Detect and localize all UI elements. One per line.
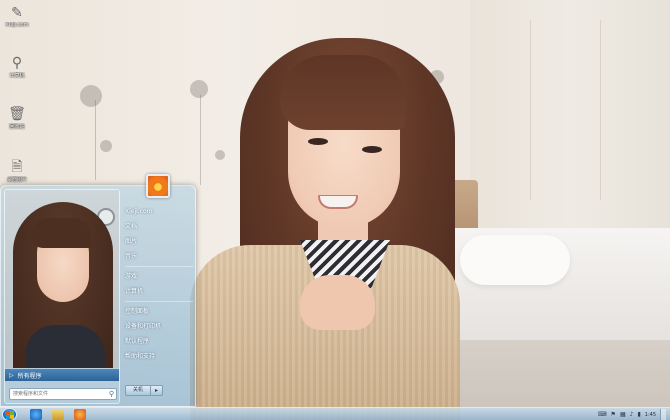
start-menu-photo — [5, 190, 119, 368]
desktop-icon-xieji[interactable]: ✎ Xieji.com — [2, 4, 32, 28]
start-item-games[interactable]: 游戏 — [125, 269, 193, 284]
flag-icon[interactable]: ⚑ — [611, 411, 616, 418]
start-menu-separator — [125, 266, 193, 267]
start-search-box[interactable]: ⚲ — [9, 388, 117, 400]
desktop-icon-recycle-bin[interactable]: 🗑 回收站 — [2, 105, 32, 130]
start-item-help-support[interactable]: 帮助和支持 — [125, 349, 193, 364]
file-icon: 🗎 — [11, 159, 23, 175]
wallpaper-eye — [362, 146, 382, 153]
photo-bangs — [31, 218, 91, 248]
computer-icon: ⚲ — [11, 55, 23, 71]
tray-clock[interactable]: 1:45 — [645, 412, 656, 418]
wallpaper-flower — [190, 80, 208, 98]
network-icon[interactable]: ▦ — [620, 411, 626, 418]
recycle-bin-icon: 🗑 — [8, 106, 26, 122]
wallpaper-pillow — [460, 235, 570, 285]
media-player-icon[interactable] — [74, 409, 86, 420]
volume-icon[interactable]: ♪ — [630, 411, 634, 418]
start-item-computer[interactable]: 计算机 — [125, 284, 193, 299]
desktop-icon-label: 计算机 — [9, 73, 25, 79]
power-icon[interactable]: ▮ — [637, 411, 640, 418]
start-item-music[interactable]: 音乐 — [125, 249, 193, 264]
start-menu: ▷ 所有程序 ⚲ Xieji.com 文档 图片 音乐 游戏 计算机 控制面板 … — [0, 174, 196, 407]
photo-body — [25, 325, 105, 368]
start-button[interactable] — [2, 408, 17, 420]
wallpaper-door-line — [530, 20, 531, 200]
wallpaper-flower — [100, 140, 112, 152]
desktop-icon-label: 桌面图片 — [6, 177, 27, 183]
wallpaper-bangs — [280, 55, 405, 130]
desktop-icon-label: 回收站 — [9, 124, 25, 130]
show-desktop-button[interactable] — [660, 409, 666, 420]
start-item-default-programs[interactable]: 默认程序 — [125, 334, 193, 349]
ie-icon[interactable] — [30, 409, 42, 420]
shutdown-button[interactable]: 关机 — [125, 385, 151, 396]
wallpaper-hand — [300, 275, 375, 330]
wallpaper-door-line — [600, 20, 601, 200]
system-tray: ⌨ ⚑ ▦ ♪ ▮ 1:45 — [598, 409, 666, 420]
all-programs-label: 所有程序 — [17, 372, 42, 380]
pen-icon: ✎ — [11, 5, 23, 21]
wallpaper-stem — [95, 100, 96, 180]
start-search-input[interactable] — [13, 389, 108, 399]
wallpaper-eye — [308, 138, 328, 145]
wallpaper-mouth — [318, 195, 358, 209]
windows-logo-icon — [6, 411, 14, 419]
shutdown-options-arrow-icon[interactable]: ▸ — [151, 385, 163, 396]
wallpaper-flower — [80, 85, 102, 107]
start-item-pictures[interactable]: 图片 — [125, 234, 193, 249]
start-menu-left-pane: ▷ 所有程序 ⚲ — [4, 189, 120, 404]
all-programs-button[interactable]: ▷ 所有程序 — [5, 369, 119, 381]
explorer-icon[interactable] — [52, 409, 64, 420]
start-item-xieji[interactable]: Xieji.com — [125, 204, 193, 219]
shutdown-control: 关机 ▸ — [125, 385, 163, 396]
search-icon[interactable]: ⚲ — [109, 390, 114, 398]
start-menu-separator — [125, 301, 193, 302]
start-menu-right-pane: Xieji.com 文档 图片 音乐 游戏 计算机 控制面板 设备和打印机 默认… — [125, 204, 193, 364]
language-icon[interactable]: ⌨ — [598, 411, 607, 418]
desktop-icon-file[interactable]: 🗎 桌面图片 — [2, 158, 32, 183]
desktop-icon-computer[interactable]: ⚲ 计算机 — [2, 54, 32, 79]
wallpaper-flower — [215, 150, 225, 160]
start-item-documents[interactable]: 文档 — [125, 219, 193, 234]
start-item-devices-printers[interactable]: 设备和打印机 — [125, 319, 193, 334]
start-item-control-panel[interactable]: 控制面板 — [125, 304, 193, 319]
desktop-icon-label: Xieji.com — [5, 22, 29, 28]
wallpaper-wall — [470, 0, 670, 240]
taskbar: ⌨ ⚑ ▦ ♪ ▮ 1:45 — [0, 407, 670, 420]
wallpaper-stem — [200, 95, 201, 185]
play-arrow-icon: ▷ — [9, 371, 14, 379]
user-picture[interactable] — [146, 174, 170, 198]
